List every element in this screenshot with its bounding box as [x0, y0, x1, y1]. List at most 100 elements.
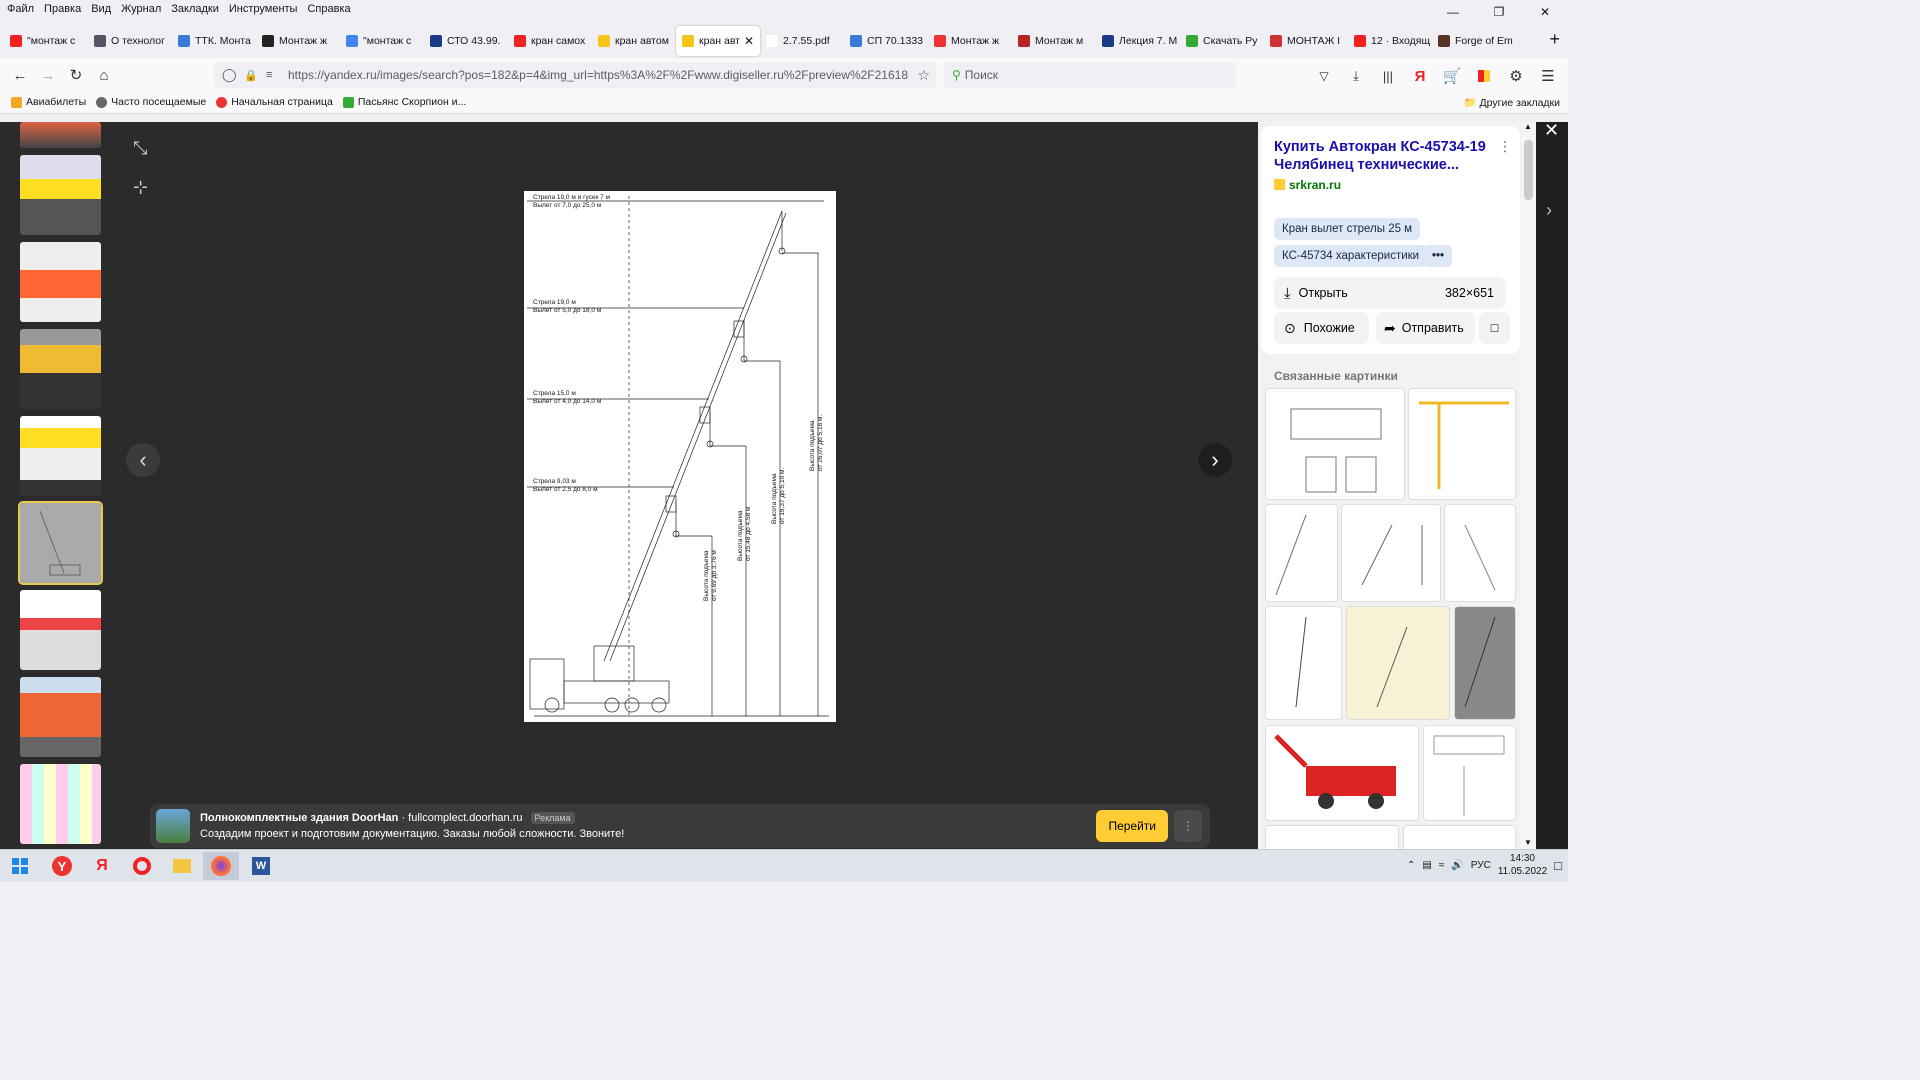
bookmark-most-visited[interactable]: Часто посещаемые [91, 96, 211, 108]
similar-button[interactable]: ⊙ Похожие [1274, 312, 1369, 344]
related-image[interactable] [1265, 504, 1338, 602]
pocket-icon[interactable]: ▽ [1310, 62, 1338, 90]
panel-next-icon[interactable]: › [1546, 200, 1552, 221]
related-image[interactable] [1265, 606, 1342, 720]
related-image[interactable] [1423, 725, 1516, 821]
lock-icon[interactable]: 🔒 [244, 69, 258, 82]
yandex-browser-icon[interactable]: Y [44, 852, 80, 880]
menu-help[interactable]: Справка [302, 1, 355, 17]
menu-view[interactable]: Вид [86, 1, 116, 17]
windows-start-icon[interactable] [2, 852, 38, 880]
tag-chip[interactable]: Кран вылет стрелы 25 м [1274, 218, 1421, 240]
scroll-up-icon[interactable]: ▲ [1524, 122, 1532, 131]
open-button[interactable]: ⤓ Открыть 382×651 [1274, 277, 1506, 309]
extensions-icon[interactable]: ⚙ [1502, 62, 1530, 90]
crop-icon[interactable]: ⊹ [133, 177, 148, 198]
clock[interactable]: 14:30 11.05.2022 [1498, 852, 1547, 878]
thumbnail[interactable] [20, 590, 101, 670]
tab-active[interactable]: кран авт ✕ [676, 26, 760, 56]
language-indicator[interactable]: РУС [1471, 860, 1491, 871]
share-button[interactable]: ➦ Отправить [1376, 312, 1475, 344]
new-tab-button[interactable]: + [1549, 29, 1560, 50]
tab[interactable]: ТТК. Монта [172, 26, 256, 56]
wifi-icon[interactable]: ≈ [1439, 860, 1445, 871]
ad-title[interactable]: Полнокомплектные здания DoorHan [200, 812, 398, 824]
menu-history[interactable]: Журнал [116, 1, 166, 17]
tab[interactable]: Лекция 7. М [1096, 26, 1180, 56]
tab[interactable]: Монтаж ж [928, 26, 1012, 56]
thumbnail[interactable] [20, 155, 101, 235]
bookmark-icon[interactable]: □ [1479, 312, 1510, 344]
ad-site[interactable]: · fullcomplect.doorhan.ru [398, 812, 522, 824]
yandex-icon[interactable]: Я [1406, 62, 1434, 90]
permissions-icon[interactable]: ≡ [266, 69, 272, 81]
thumbnail[interactable] [20, 677, 101, 757]
tab[interactable]: Монтаж м [1012, 26, 1096, 56]
thumbnail-selected[interactable] [18, 501, 103, 585]
tab[interactable]: "монтаж с [4, 26, 88, 56]
downloads-icon[interactable]: ⤓ [1342, 62, 1370, 90]
menu-file[interactable]: Файл [2, 1, 39, 17]
close-window-button[interactable]: ✕ [1522, 0, 1568, 24]
bookmark-star-icon[interactable]: ☆ [917, 67, 930, 84]
tab[interactable]: "монтаж с [340, 26, 424, 56]
fullscreen-icon[interactable]: ⤡ [133, 138, 147, 159]
related-image[interactable] [1454, 606, 1516, 720]
menu-tools[interactable]: Инструменты [224, 1, 303, 17]
ad-more-icon[interactable]: ⋮ [1174, 810, 1202, 842]
cart-icon[interactable]: 🛒 [1438, 62, 1466, 90]
firefox-icon[interactable] [203, 852, 239, 880]
related-image[interactable] [1265, 825, 1399, 849]
url-bar[interactable]: ◯ 🔒 ≡ https://yandex.ru/images/search?po… [214, 62, 936, 88]
volume-icon[interactable]: 🔊 [1451, 860, 1463, 871]
tab[interactable]: кран автом [592, 26, 676, 56]
opera-icon[interactable] [124, 852, 160, 880]
panel-scrollbar[interactable]: ▲ ▼ [1521, 122, 1536, 849]
reload-icon[interactable]: ↻ [62, 61, 90, 89]
tab[interactable]: 12 · Входящ [1348, 26, 1432, 56]
thumbnail[interactable] [20, 416, 101, 496]
extension-icon[interactable] [1470, 62, 1498, 90]
tab[interactable]: Скачать Ру [1180, 26, 1264, 56]
tab[interactable]: СТО 43.99. [424, 26, 508, 56]
related-image[interactable] [1346, 606, 1450, 720]
word-icon[interactable]: W [243, 852, 279, 880]
close-viewer-icon[interactable]: ✕ [1544, 120, 1559, 141]
tab-close-icon[interactable]: ✕ [744, 34, 754, 48]
related-image[interactable] [1403, 825, 1516, 849]
other-bookmarks[interactable]: 📁 Другие закладки [1464, 96, 1560, 109]
file-explorer-icon[interactable] [164, 852, 200, 880]
notifications-icon[interactable]: □ [1554, 858, 1562, 873]
thumbnail[interactable] [20, 242, 101, 322]
shield-icon[interactable]: ◯ [222, 67, 237, 83]
next-image-button[interactable]: › [1198, 443, 1232, 477]
url-text[interactable]: https://yandex.ru/images/search?pos=182&… [288, 68, 908, 82]
minimize-button[interactable]: — [1430, 0, 1476, 24]
search-input[interactable]: ⚲ Поиск [944, 62, 1236, 88]
related-image[interactable] [1265, 388, 1405, 500]
source-title[interactable]: Купить Автокран КС-45734-19 Челябинец те… [1274, 138, 1494, 174]
maximize-button[interactable]: ❐ [1476, 0, 1522, 24]
tab[interactable]: СП 70.1333 [844, 26, 928, 56]
tray-expand-icon[interactable]: ⌃ [1407, 860, 1415, 871]
related-image[interactable] [1408, 388, 1516, 500]
more-tags-button[interactable]: ••• [1424, 245, 1453, 267]
related-image[interactable] [1341, 504, 1441, 602]
tab[interactable]: 2.7.55.pdf [760, 26, 844, 56]
bookmark-flights[interactable]: Авиабилеты [6, 96, 91, 108]
ad-go-button[interactable]: Перейти [1096, 810, 1168, 842]
ad-banner[interactable]: Полнокомплектные здания DoorHan · fullco… [150, 804, 1210, 848]
bookmark-solitaire[interactable]: Пасьянс Скорпион и... [338, 96, 471, 108]
thumbnail[interactable] [20, 122, 101, 148]
bookmark-home[interactable]: Начальная страница [211, 96, 338, 108]
back-icon[interactable]: ← [6, 61, 34, 89]
thumbnail[interactable] [20, 764, 101, 844]
tab[interactable]: МОНТАЖ І [1264, 26, 1348, 56]
tab[interactable]: кран самох [508, 26, 592, 56]
related-image[interactable] [1265, 725, 1419, 821]
scroll-down-icon[interactable]: ▼ [1524, 838, 1532, 847]
menu-bookmarks[interactable]: Закладки [166, 1, 224, 17]
card-menu-icon[interactable]: ⋮ [1498, 138, 1512, 155]
yandex-icon[interactable]: Я [84, 852, 120, 880]
tab[interactable]: Монтаж ж [256, 26, 340, 56]
